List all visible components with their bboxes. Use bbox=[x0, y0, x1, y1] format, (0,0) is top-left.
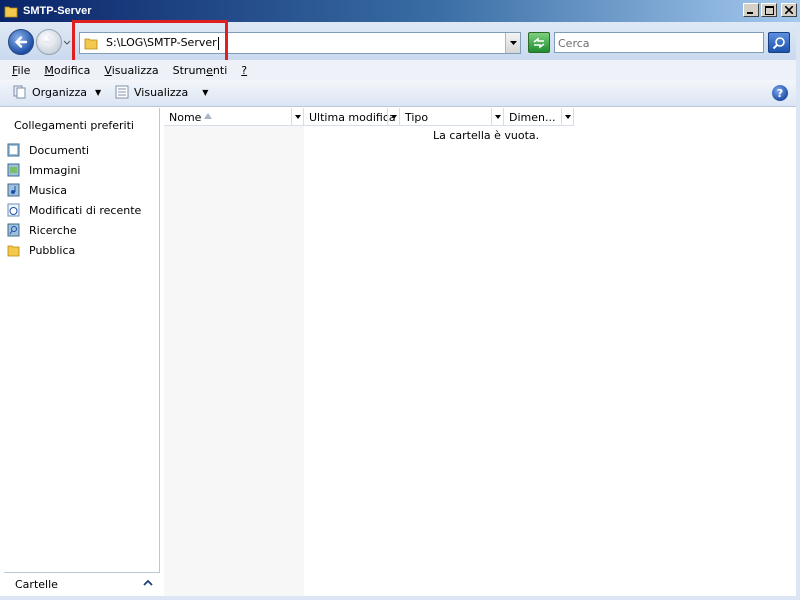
command-bar: Organizza ▼ Visualizza ▼ ? bbox=[0, 80, 800, 107]
menu-file[interactable]: File bbox=[12, 64, 30, 77]
empty-folder-message: La cartella è vuota. bbox=[433, 129, 540, 142]
search-input[interactable]: Cerca bbox=[554, 32, 764, 53]
forward-button[interactable] bbox=[36, 29, 62, 55]
column-label: Tipo bbox=[405, 111, 429, 124]
search-button[interactable] bbox=[768, 32, 790, 53]
history-dropdown-icon[interactable] bbox=[62, 38, 72, 48]
chevron-down-icon bbox=[494, 114, 501, 119]
favorite-label: Modificati di recente bbox=[29, 203, 142, 217]
music-icon bbox=[7, 183, 20, 197]
favorite-documents[interactable]: Documenti bbox=[7, 140, 157, 160]
column-filter-button[interactable] bbox=[387, 108, 399, 125]
views-label: Visualizza bbox=[134, 85, 189, 99]
text-caret bbox=[217, 36, 219, 50]
address-dropdown-button[interactable] bbox=[505, 33, 520, 53]
maximize-icon bbox=[764, 5, 774, 15]
chevron-up-icon bbox=[143, 579, 153, 586]
minimize-icon bbox=[747, 12, 753, 14]
recent-icon bbox=[7, 203, 20, 217]
chevron-down-icon: ▼ bbox=[95, 87, 102, 97]
favorite-public[interactable]: Pubblica bbox=[7, 240, 157, 260]
views-button[interactable]: Visualizza ▼ bbox=[115, 85, 208, 99]
documents-icon bbox=[7, 143, 20, 157]
organize-button[interactable]: Organizza ▼ bbox=[13, 85, 101, 99]
address-path[interactable]: S:\LOG\SMTP-Server bbox=[106, 36, 219, 50]
public-folder-icon bbox=[7, 245, 20, 257]
views-icon bbox=[115, 85, 129, 99]
minimize-button[interactable] bbox=[743, 3, 759, 17]
sorted-column-background bbox=[164, 126, 304, 596]
navigation-bar: S:\LOG\SMTP-Server Cerca bbox=[0, 22, 800, 60]
maximize-button[interactable] bbox=[761, 3, 777, 17]
column-header-size[interactable]: Dimen... bbox=[504, 108, 574, 126]
title-bar[interactable]: SMTP-Server bbox=[0, 0, 800, 22]
back-button[interactable] bbox=[8, 29, 34, 55]
file-list-pane: Nome Ultima modifica Tipo Dimen... La ca… bbox=[164, 108, 796, 596]
folders-toggle[interactable]: Cartelle bbox=[4, 572, 160, 596]
column-filter-button[interactable] bbox=[291, 108, 303, 125]
menu-bar: File Modifica Visualizza Strumenti ? bbox=[0, 60, 800, 80]
column-label: Nome bbox=[169, 111, 202, 124]
refresh-icon bbox=[533, 36, 545, 49]
sort-ascending-icon bbox=[204, 113, 212, 119]
chevron-down-icon bbox=[390, 114, 397, 119]
menu-view[interactable]: Visualizza bbox=[104, 64, 158, 77]
menu-help[interactable]: ? bbox=[241, 64, 247, 77]
column-label: Ultima modifica bbox=[309, 111, 396, 124]
window-border-bottom[interactable] bbox=[0, 596, 800, 600]
folder-icon bbox=[84, 38, 98, 50]
window-border-right[interactable] bbox=[796, 22, 800, 600]
address-bar[interactable]: S:\LOG\SMTP-Server bbox=[79, 32, 521, 54]
favorite-music[interactable]: Musica bbox=[7, 180, 157, 200]
pictures-icon bbox=[7, 163, 20, 177]
back-arrow-icon bbox=[14, 36, 28, 48]
close-icon bbox=[785, 6, 793, 14]
column-header-name[interactable]: Nome bbox=[164, 108, 304, 126]
favorite-label: Pubblica bbox=[29, 243, 76, 257]
column-header-date-modified[interactable]: Ultima modifica bbox=[304, 108, 400, 126]
chevron-down-icon bbox=[294, 114, 301, 119]
refresh-button[interactable] bbox=[528, 32, 550, 53]
folder-icon bbox=[4, 6, 18, 18]
menu-edit[interactable]: Modifica bbox=[44, 64, 90, 77]
favorite-label: Musica bbox=[29, 183, 68, 197]
favorite-label: Ricerche bbox=[29, 223, 77, 237]
chevron-down-icon: ▼ bbox=[202, 87, 209, 97]
favorite-searches[interactable]: Ricerche bbox=[7, 220, 157, 240]
search-icon bbox=[772, 36, 785, 49]
column-label: Dimen... bbox=[509, 111, 556, 124]
column-filter-button[interactable] bbox=[491, 108, 503, 125]
organize-label: Organizza bbox=[32, 85, 88, 99]
navigation-pane: Collegamenti preferiti Documenti Immagin… bbox=[4, 108, 160, 596]
favorite-label: Documenti bbox=[29, 143, 90, 157]
column-header-row: Nome Ultima modifica Tipo Dimen... bbox=[164, 108, 796, 126]
help-button[interactable]: ? bbox=[772, 85, 788, 101]
column-filter-button[interactable] bbox=[561, 108, 573, 125]
chevron-down-icon bbox=[509, 41, 517, 45]
help-icon: ? bbox=[776, 86, 784, 100]
menu-tools[interactable]: Strumenti bbox=[173, 64, 228, 77]
favorite-recently-changed[interactable]: Modificati di recente bbox=[7, 200, 157, 220]
favorite-label: Immagini bbox=[29, 163, 81, 177]
forward-arrow-icon bbox=[42, 36, 56, 48]
close-button[interactable] bbox=[781, 3, 797, 17]
folders-label: Cartelle bbox=[15, 578, 58, 591]
searches-icon bbox=[7, 223, 20, 237]
window-title: SMTP-Server bbox=[23, 5, 92, 17]
organize-icon bbox=[13, 85, 26, 99]
favorite-links-heading: Collegamenti preferiti bbox=[14, 119, 134, 132]
chevron-down-icon bbox=[564, 114, 571, 119]
favorite-links-list: Documenti Immagini Musica Modificati di … bbox=[7, 140, 157, 260]
favorite-pictures[interactable]: Immagini bbox=[7, 160, 157, 180]
column-header-type[interactable]: Tipo bbox=[400, 108, 504, 126]
